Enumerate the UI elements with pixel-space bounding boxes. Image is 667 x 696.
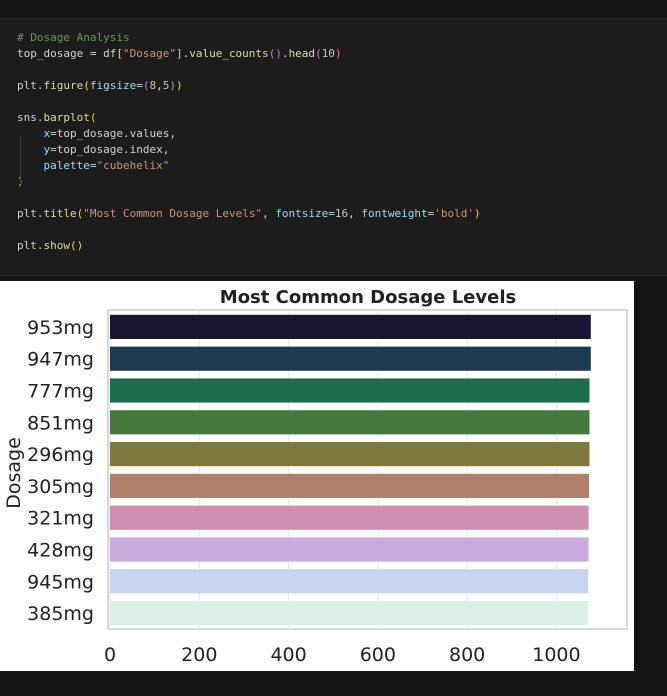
code-line: palette="cubehelix" xyxy=(43,159,170,172)
bar-chart: Most Common Dosage Levels Dosage 953mg 94… xyxy=(3,287,628,666)
bar xyxy=(110,442,590,467)
y-tick-label: 851mg xyxy=(27,412,94,434)
y-tick-label: 321mg xyxy=(27,508,94,530)
y-tick-label: 947mg xyxy=(27,349,94,371)
x-tick-label: 600 xyxy=(360,644,396,666)
y-tick-label: 296mg xyxy=(27,444,94,466)
bar xyxy=(110,601,589,626)
indent-guide xyxy=(20,136,21,184)
cell-output: Most Common Dosage Levels Dosage 953mg 94… xyxy=(0,281,634,671)
y-tick-label: 953mg xyxy=(27,317,94,339)
y-tick-label: 385mg xyxy=(27,603,94,625)
bar xyxy=(110,346,591,371)
bar xyxy=(110,569,589,594)
chart-title: Most Common Dosage Levels xyxy=(220,287,516,308)
code-editor[interactable]: # Dosage Analysis top_dosage = df["Dosag… xyxy=(17,30,481,254)
x-tick-label: 400 xyxy=(270,644,306,666)
y-axis-label: Dosage xyxy=(3,437,25,509)
x-tick-label: 200 xyxy=(181,644,217,666)
code-line: x=top_dosage.values, xyxy=(43,127,176,140)
notebook-bottom xyxy=(0,671,667,696)
bar xyxy=(110,378,590,403)
bar xyxy=(110,314,591,339)
x-tick-labels: 0 200 400 600 800 1000 xyxy=(104,644,581,666)
notebook-top-bar xyxy=(0,0,667,18)
bar xyxy=(110,473,590,498)
code-line: sns.barplot( xyxy=(17,111,97,124)
bar xyxy=(110,410,590,435)
bars xyxy=(110,314,591,626)
code-line: # Dosage Analysis xyxy=(17,31,130,44)
bar xyxy=(110,537,589,562)
y-tick-label: 945mg xyxy=(27,571,94,593)
bar xyxy=(110,505,589,530)
x-tick-label: 1000 xyxy=(532,644,580,666)
code-line: plt.show() xyxy=(17,239,84,252)
y-tick-labels: 953mg 947mg 777mg 851mg 296mg 305mg 321mg 428mg… xyxy=(27,317,94,625)
y-tick-label: 305mg xyxy=(27,476,94,498)
x-tick-label: 800 xyxy=(449,644,485,666)
x-tick-label: 0 xyxy=(104,644,116,666)
code-line: top_dosage = df["Dosage"].value_counts()… xyxy=(17,47,342,60)
code-cell[interactable]: # Dosage Analysis top_dosage = df["Dosag… xyxy=(0,18,667,276)
y-tick-label: 428mg xyxy=(27,540,94,562)
code-line: plt.figure(figsize=(8,5)) xyxy=(17,79,183,92)
y-tick-label: 777mg xyxy=(27,381,94,403)
code-line: plt.title("Most Common Dosage Levels", f… xyxy=(17,207,481,220)
code-line: y=top_dosage.index, xyxy=(43,143,170,156)
